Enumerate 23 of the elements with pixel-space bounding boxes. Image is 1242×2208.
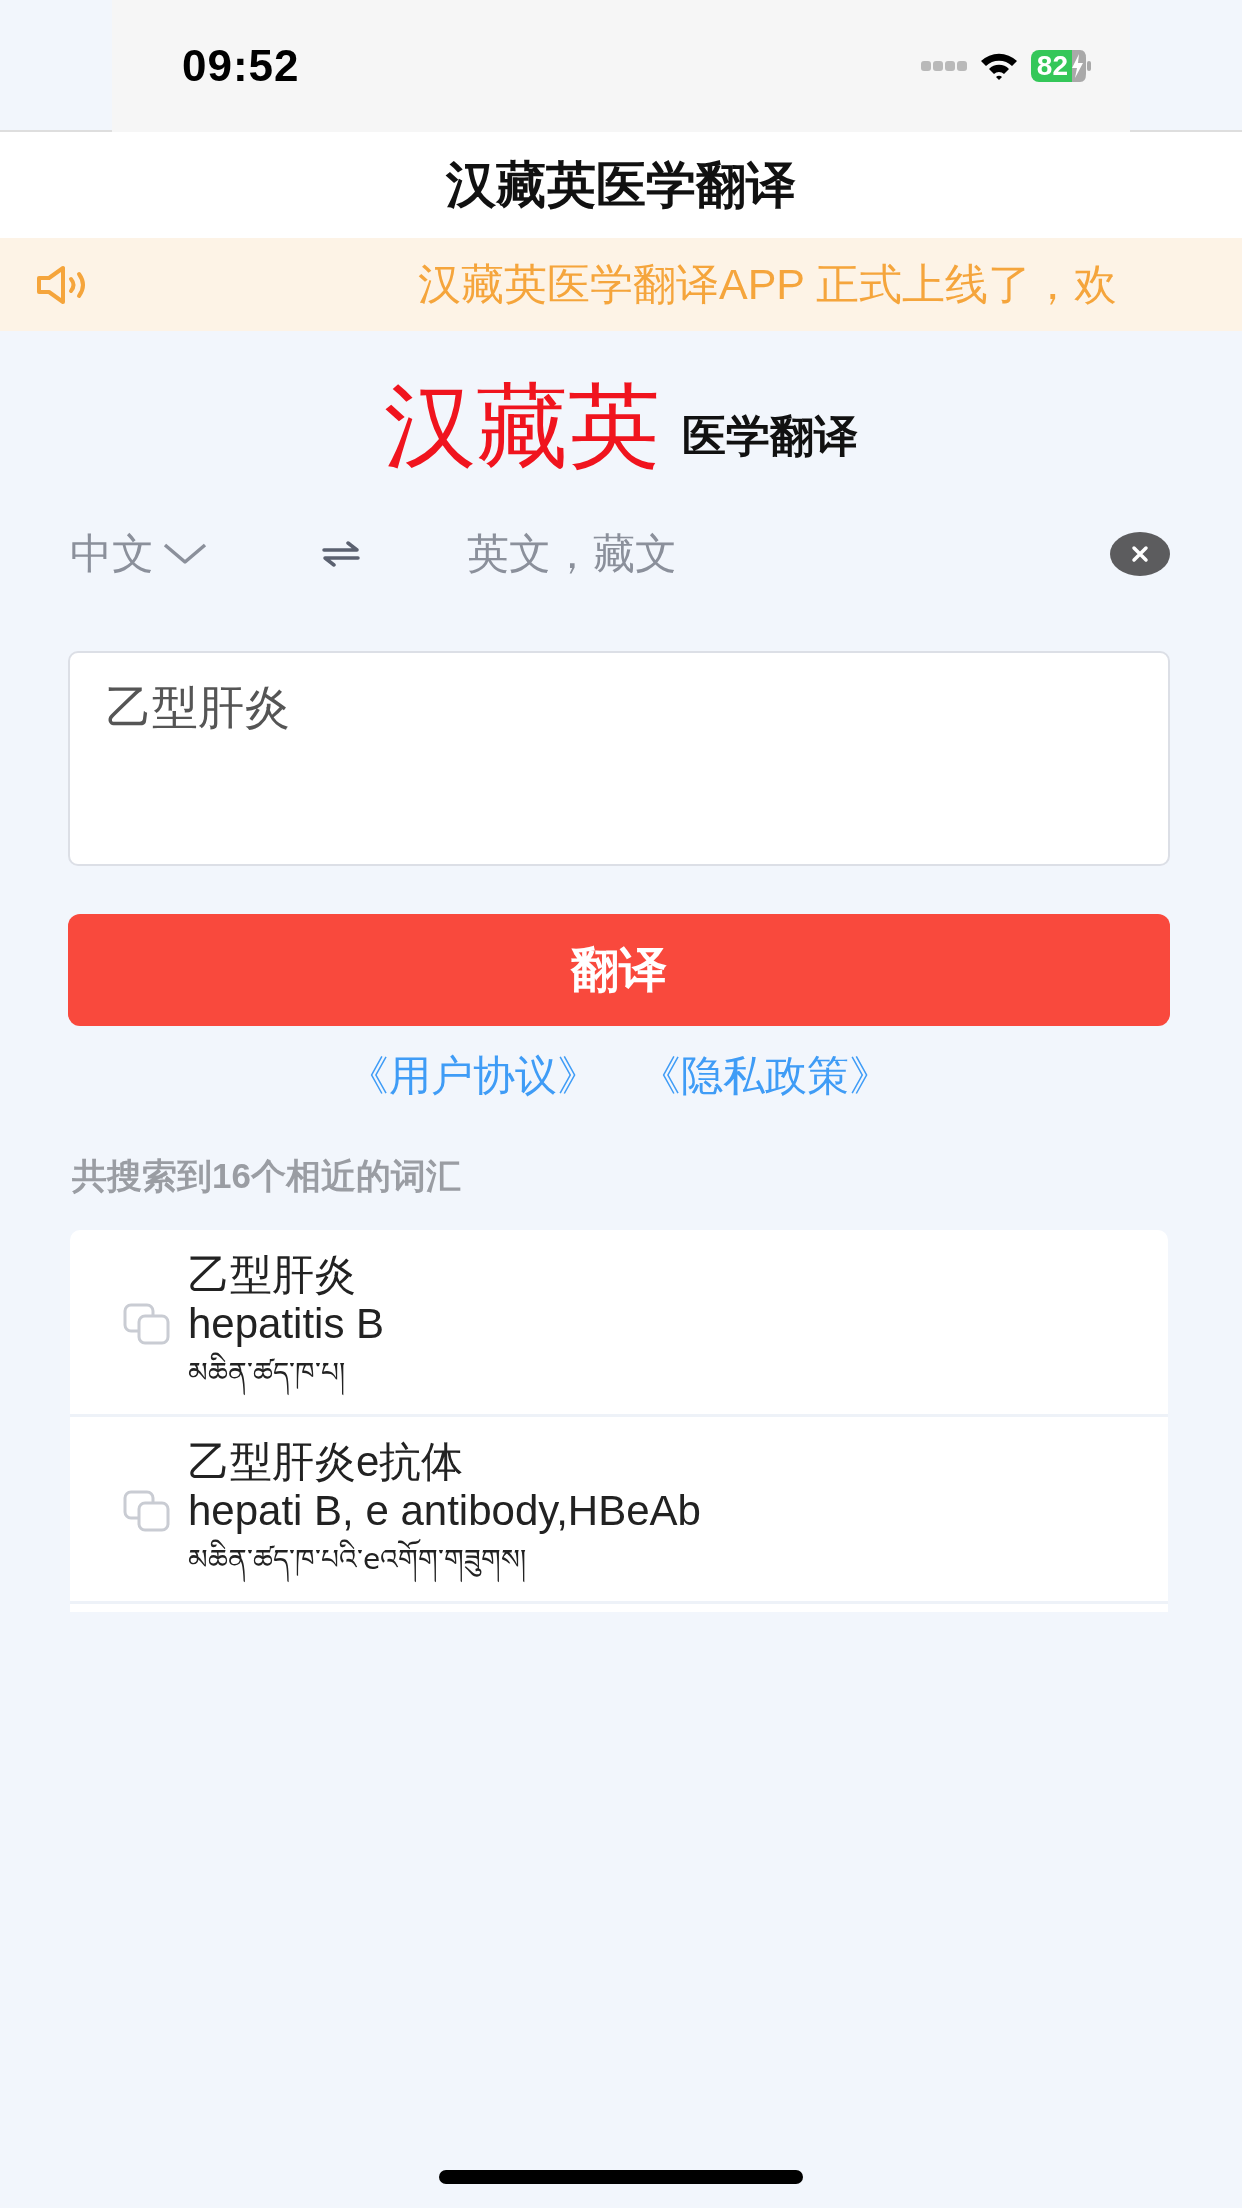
chevron-down-icon: [162, 542, 208, 566]
signal-dots-icon: [920, 61, 967, 71]
battery-level: 82: [1030, 50, 1072, 82]
translate-button[interactable]: 翻译: [68, 914, 1170, 1026]
target-languages[interactable]: 英文，藏文: [467, 526, 677, 582]
term-english: hepatitis B: [188, 1299, 385, 1348]
term-chinese: 乙型肝炎e抗体: [188, 1437, 465, 1486]
status-time: 09:52: [182, 41, 300, 91]
page-title: 汉藏英医学翻译: [446, 155, 796, 215]
clear-icon[interactable]: [1110, 532, 1170, 576]
logo-title: 汉藏英: [384, 376, 660, 476]
term-tibetan: མཆིན་ཚད་ཁ་པ།: [188, 1348, 385, 1398]
policy-link[interactable]: 《隐私政策》: [639, 1048, 891, 1104]
term-tibetan: མཆིན་ཚད་ཁ་པའི་eའགོག་གཟུགས།: [188, 1535, 701, 1585]
source-language[interactable]: 中文: [70, 526, 154, 582]
policy-link[interactable]: 《用户协议》: [347, 1048, 599, 1104]
logo-subtitle: 医学翻译: [682, 410, 858, 462]
results-summary: 共搜索到16个相近的词汇: [72, 1154, 461, 1197]
battery-bolt-icon: [1072, 50, 1092, 82]
text-input-field[interactable]: 乙型肝炎: [68, 651, 1170, 866]
term-english: hepati B, e antibody,HBeAb: [188, 1486, 701, 1535]
notice-text: 汉藏英医学翻译APP 正式上线了，欢: [418, 258, 1118, 310]
term-chinese: 乙型肝炎: [188, 1250, 357, 1299]
